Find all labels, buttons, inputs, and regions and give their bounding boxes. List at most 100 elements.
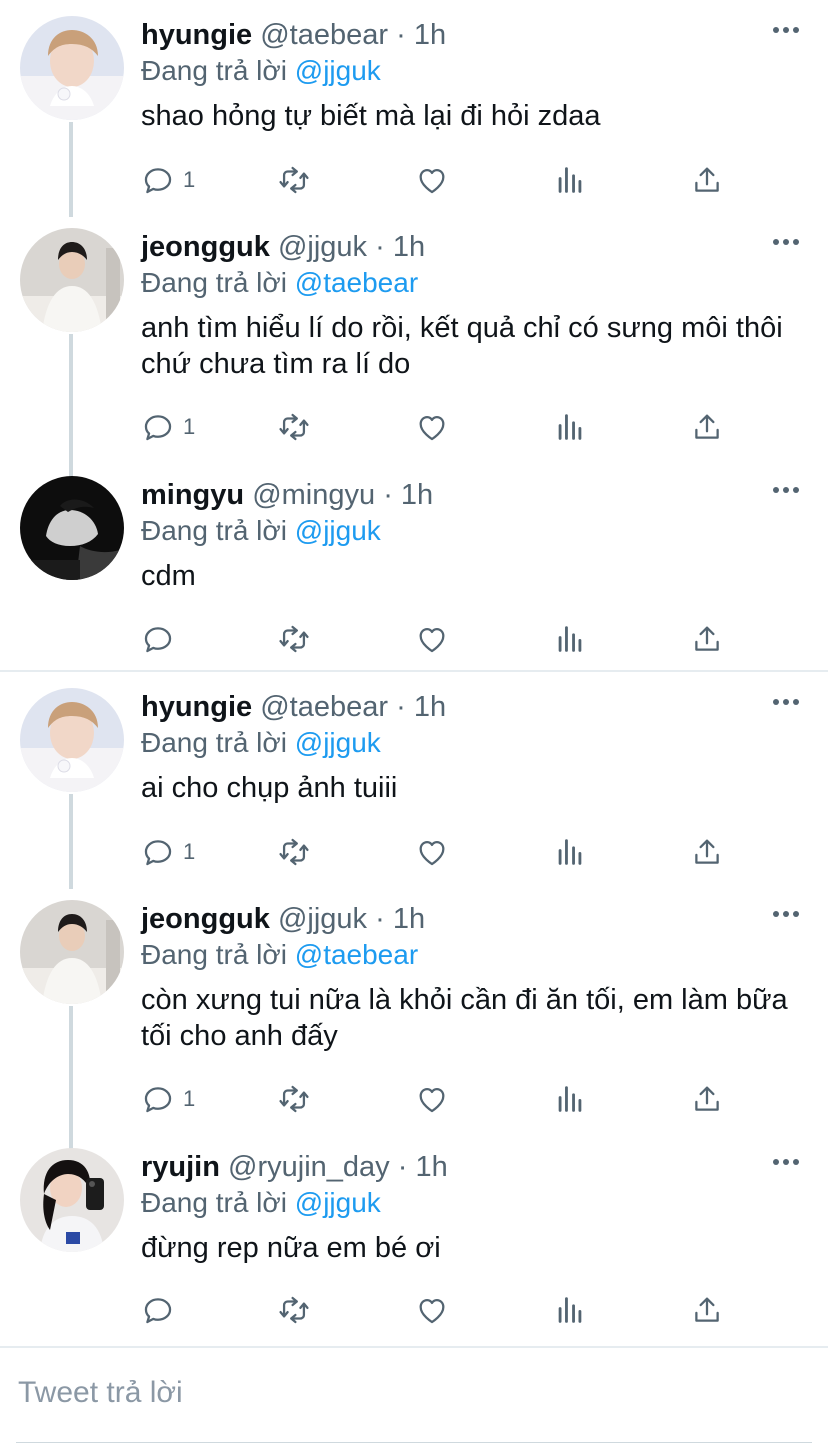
replying-to-label: Đang trả lời: [141, 939, 287, 970]
mention-link[interactable]: @jjguk: [295, 55, 381, 86]
mention-link[interactable]: @jjguk: [295, 1187, 381, 1218]
tweet-actions: 1: [141, 832, 741, 872]
reply-button[interactable]: 1: [141, 832, 195, 872]
more-icon[interactable]: [772, 1158, 800, 1166]
share-icon: [690, 1082, 724, 1116]
analytics-button[interactable]: [553, 619, 587, 659]
timestamp[interactable]: 1h: [415, 1151, 447, 1183]
reply-button[interactable]: [141, 1290, 183, 1330]
like-button[interactable]: [415, 160, 449, 200]
analytics-icon: [553, 622, 587, 656]
share-button[interactable]: [690, 160, 724, 200]
retweet-button[interactable]: [277, 407, 311, 447]
more-icon[interactable]: [772, 238, 800, 246]
user-handle[interactable]: @ryujin_day: [228, 1151, 390, 1183]
reply-input[interactable]: Tweet trả lời: [18, 1376, 183, 1410]
user-handle[interactable]: @mingyu: [252, 479, 375, 511]
tweet[interactable]: jeongguk @jjguk · 1h Đang trả lời @taebe…: [0, 884, 828, 1132]
more-icon[interactable]: [772, 486, 800, 494]
retweet-icon: [277, 410, 311, 444]
more-icon[interactable]: [772, 26, 800, 34]
avatar[interactable]: [20, 16, 124, 120]
share-button[interactable]: [690, 619, 724, 659]
avatar[interactable]: [20, 476, 124, 580]
timestamp[interactable]: 1h: [414, 691, 446, 723]
retweet-icon: [277, 1293, 311, 1327]
analytics-button[interactable]: [553, 832, 587, 872]
tweet[interactable]: ryujin @ryujin_day · 1h Đang trả lời @jj…: [0, 1132, 828, 1346]
tweet-actions: [141, 1290, 741, 1330]
reply-button[interactable]: 1: [141, 407, 195, 447]
reply-thread: hyungie @taebear · 1h Đang trả lời @jjgu…: [0, 672, 828, 1346]
mention-link[interactable]: @jjguk: [295, 727, 381, 758]
display-name[interactable]: jeongguk: [141, 903, 270, 935]
like-button[interactable]: [415, 407, 449, 447]
heart-icon: [415, 835, 449, 869]
avatar[interactable]: [20, 900, 124, 1004]
tweet-header: hyungie @taebear · 1h: [141, 690, 446, 724]
share-button[interactable]: [690, 1290, 724, 1330]
replying-to-label: Đang trả lời: [141, 1187, 287, 1218]
tweet-header: jeongguk @jjguk · 1h: [141, 902, 425, 936]
retweet-button[interactable]: [277, 1079, 311, 1119]
tweet-header: jeongguk @jjguk · 1h: [141, 230, 425, 264]
mention-link[interactable]: @jjguk: [295, 515, 381, 546]
user-handle[interactable]: @taebear: [260, 691, 388, 723]
reply-composer[interactable]: Tweet trả lời: [0, 1346, 828, 1443]
tweet-text: cdm: [141, 560, 196, 592]
avatar[interactable]: [20, 228, 124, 332]
analytics-icon: [553, 1082, 587, 1116]
timestamp[interactable]: 1h: [393, 903, 425, 935]
timestamp[interactable]: 1h: [393, 231, 425, 263]
analytics-icon: [553, 410, 587, 444]
share-icon: [690, 835, 724, 869]
replying-to: Đang trả lời @jjguk: [141, 1186, 381, 1220]
like-button[interactable]: [415, 832, 449, 872]
share-icon: [690, 1293, 724, 1327]
share-icon: [690, 410, 724, 444]
tweet[interactable]: hyungie @taebear · 1h Đang trả lời @jjgu…: [0, 0, 828, 212]
retweet-button[interactable]: [277, 160, 311, 200]
tweet-actions: [141, 619, 741, 659]
user-handle[interactable]: @taebear: [260, 19, 388, 51]
reply-icon: [141, 410, 175, 444]
user-handle[interactable]: @jjguk: [278, 903, 367, 935]
like-button[interactable]: [415, 1290, 449, 1330]
like-button[interactable]: [415, 619, 449, 659]
retweet-button[interactable]: [277, 1290, 311, 1330]
reply-button[interactable]: 1: [141, 1079, 195, 1119]
analytics-button[interactable]: [553, 160, 587, 200]
like-button[interactable]: [415, 1079, 449, 1119]
analytics-button[interactable]: [553, 407, 587, 447]
share-button[interactable]: [690, 1079, 724, 1119]
mention-link[interactable]: @taebear: [295, 267, 418, 298]
timestamp[interactable]: 1h: [414, 19, 446, 51]
reply-count: 1: [183, 1086, 196, 1111]
tweet-header: hyungie @taebear · 1h: [141, 18, 446, 52]
analytics-icon: [553, 163, 587, 197]
retweet-button[interactable]: [277, 832, 311, 872]
share-button[interactable]: [690, 407, 724, 447]
timestamp[interactable]: 1h: [401, 479, 433, 511]
retweet-button[interactable]: [277, 619, 311, 659]
share-button[interactable]: [690, 832, 724, 872]
user-handle[interactable]: @jjguk: [278, 231, 367, 263]
tweet[interactable]: jeongguk @jjguk · 1h Đang trả lời @taebe…: [0, 212, 828, 460]
analytics-button[interactable]: [553, 1290, 587, 1330]
display-name[interactable]: mingyu: [141, 479, 244, 511]
separator-dot: ·: [396, 19, 406, 51]
more-icon[interactable]: [772, 698, 800, 706]
avatar[interactable]: [20, 1148, 124, 1252]
tweet[interactable]: hyungie @taebear · 1h Đang trả lời @jjgu…: [0, 672, 828, 884]
display-name[interactable]: hyungie: [141, 19, 252, 51]
mention-link[interactable]: @taebear: [295, 939, 418, 970]
display-name[interactable]: jeongguk: [141, 231, 270, 263]
reply-button[interactable]: 1: [141, 160, 195, 200]
avatar[interactable]: [20, 688, 124, 792]
display-name[interactable]: ryujin: [141, 1151, 220, 1183]
reply-button[interactable]: [141, 619, 183, 659]
display-name[interactable]: hyungie: [141, 691, 252, 723]
tweet[interactable]: mingyu @mingyu · 1h Đang trả lời @jjguk …: [0, 460, 828, 670]
analytics-button[interactable]: [553, 1079, 587, 1119]
more-icon[interactable]: [772, 910, 800, 918]
